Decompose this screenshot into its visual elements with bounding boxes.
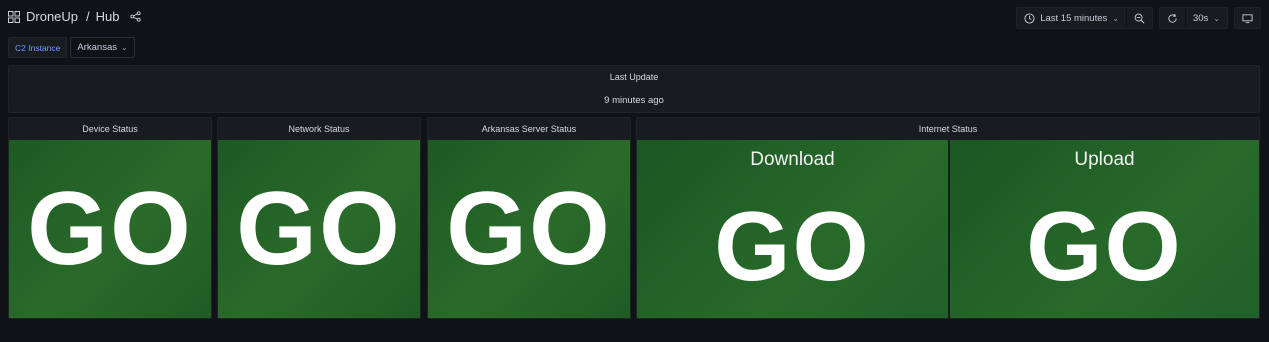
refresh-interval-picker[interactable]: 30s ⌄ (1184, 8, 1227, 28)
time-range-picker[interactable]: Last 15 minutes ⌄ (1017, 8, 1126, 28)
download-value: GO (714, 191, 871, 301)
variable-label: C2 Instance (8, 37, 68, 58)
panel-last-update[interactable]: Last Update 9 minutes ago (8, 65, 1260, 113)
zoom-out-button[interactable] (1125, 8, 1152, 28)
chevron-down-icon: ⌄ (120, 43, 128, 52)
dashboard-controls: Last 15 minutes ⌄ 30s ⌄ (1016, 7, 1261, 29)
upload-value: GO (1026, 191, 1183, 301)
breadcrumb: DroneUp / Hub (8, 9, 141, 24)
chevron-down-icon: ⌄ (1112, 13, 1119, 23)
variables-bar: C2 Instance Arkansas ⌄ (8, 37, 135, 58)
status-stat: GO (9, 140, 211, 318)
refresh-button[interactable] (1160, 8, 1185, 28)
download-label: Download (750, 149, 835, 170)
status-value: GO (236, 170, 402, 287)
panel-network-status[interactable]: Network Status GO (217, 117, 421, 319)
tv-mode-button[interactable] (1235, 8, 1260, 28)
upload-label: Upload (1074, 149, 1135, 170)
grid-icon[interactable] (8, 10, 20, 23)
clock-icon (1024, 12, 1035, 24)
status-value: GO (446, 170, 612, 287)
breadcrumb-folder[interactable]: DroneUp (26, 9, 78, 24)
variable-select[interactable]: Arkansas ⌄ (70, 37, 135, 58)
page-title[interactable]: Hub (96, 9, 120, 24)
status-stat: GO (428, 140, 630, 318)
panel-title: Internet Status (918, 124, 978, 134)
time-range-group: Last 15 minutes ⌄ (1016, 7, 1153, 29)
status-value: GO (27, 170, 193, 287)
panel-title: Device Status (82, 124, 138, 134)
tv-mode-group (1234, 7, 1261, 29)
share-icon[interactable] (129, 11, 141, 22)
refresh-group: 30s ⌄ (1158, 7, 1228, 29)
status-stat: GO (218, 140, 420, 318)
variable-value: Arkansas (77, 42, 117, 53)
breadcrumb-separator: / (86, 9, 90, 24)
panel-server-status[interactable]: Arkansas Server Status GO (427, 117, 631, 319)
panel-title: Last Update (609, 72, 659, 82)
refresh-interval-label: 30s (1192, 12, 1209, 24)
panel-title: Network Status (288, 124, 350, 134)
time-range-label: Last 15 minutes (1040, 12, 1108, 24)
zoom-out-icon (1134, 13, 1145, 23)
panel-title: Arkansas Server Status (481, 124, 577, 134)
download-stat: Download GO (637, 140, 948, 318)
panel-device-status[interactable]: Device Status GO (8, 117, 212, 319)
chevron-down-icon: ⌄ (1213, 13, 1220, 23)
top-nav: DroneUp / Hub Last 15 minutes ⌄ 30s ⌄ (0, 0, 1269, 34)
refresh-icon (1168, 13, 1177, 23)
panel-internet-status[interactable]: Internet Status Download GO Upload GO (636, 117, 1260, 319)
last-update-value: 9 minutes ago (604, 95, 664, 106)
tv-mode-icon (1242, 13, 1253, 23)
upload-stat: Upload GO (950, 140, 1259, 318)
